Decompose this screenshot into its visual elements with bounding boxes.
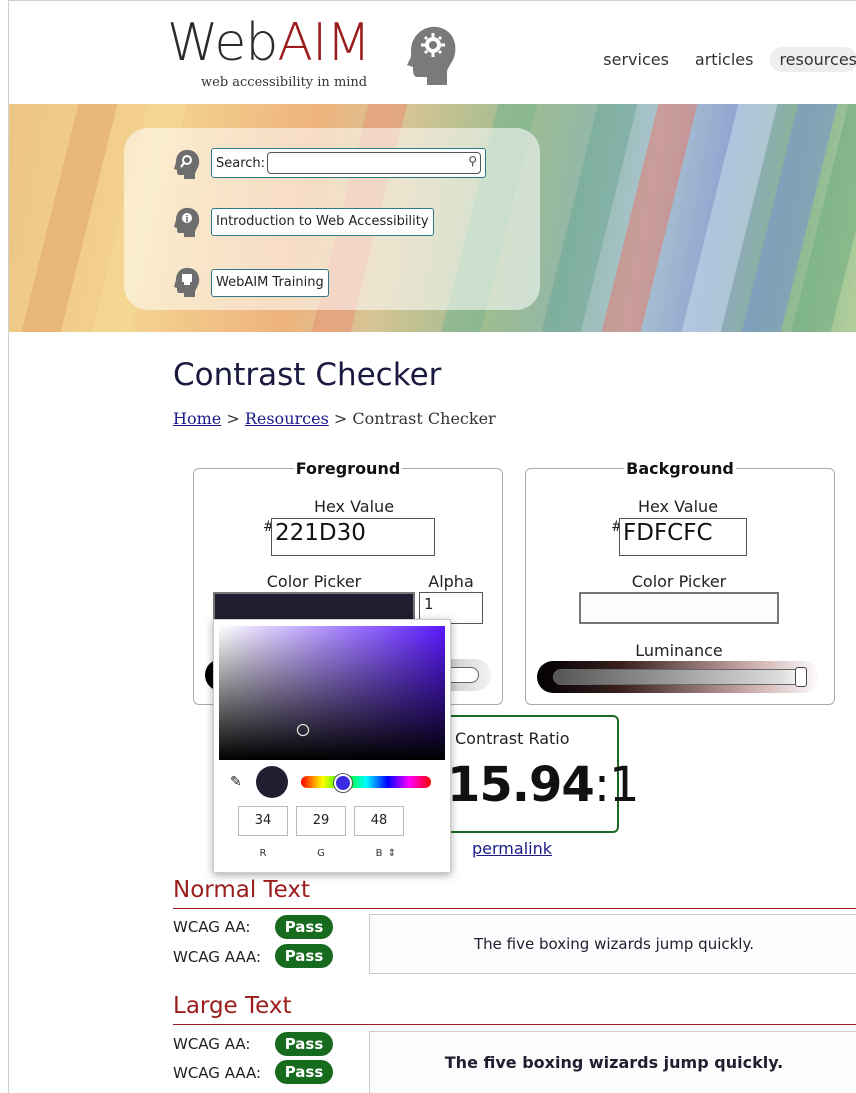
nav-articles[interactable]: articles xyxy=(686,47,763,72)
current-color-preview xyxy=(256,766,288,798)
bg-luminance-track xyxy=(553,669,807,685)
hue-handle[interactable] xyxy=(334,774,352,792)
bg-hex-label: Hex Value xyxy=(637,497,719,516)
green-label: G xyxy=(317,848,325,859)
svg-text:i: i xyxy=(185,215,188,225)
quick-links-panel: Search: ⚲ i Introduction to Web Accessibi… xyxy=(124,128,540,310)
breadcrumb-resources[interactable]: Resources xyxy=(245,409,329,428)
foreground-legend: Foreground xyxy=(295,459,401,478)
color-picker-popup: ✎ 34 29 48 R G B ⇕ xyxy=(213,619,451,873)
eyedropper-icon[interactable]: ✎ xyxy=(230,774,242,790)
page-title: Contrast Checker xyxy=(173,357,442,393)
search-input[interactable]: ⚲ xyxy=(267,152,482,174)
logo-tagline: web accessibility in mind xyxy=(201,75,368,90)
hero-banner: Search: ⚲ i Introduction to Web Accessibi… xyxy=(9,104,856,332)
saturation-value-area[interactable] xyxy=(219,626,445,760)
breadcrumb-current: Contrast Checker xyxy=(352,409,496,428)
large-text-heading: Large Text xyxy=(173,993,292,1019)
breadcrumb-separator: > xyxy=(333,409,348,428)
bg-luminance-thumb[interactable] xyxy=(795,667,807,687)
logo-aim-text: AIM xyxy=(277,13,371,73)
breadcrumb: Home > Resources > Contrast Checker xyxy=(173,409,496,428)
search-icon[interactable]: ⚲ xyxy=(468,153,477,169)
head-gear-icon xyxy=(407,26,456,85)
saturation-handle[interactable] xyxy=(297,724,309,736)
normal-aa-badge: Pass xyxy=(275,915,333,939)
webaim-logo[interactable]: WebAIM xyxy=(167,13,371,73)
normal-aa-label: WCAG AA: xyxy=(173,918,251,936)
large-text-rule xyxy=(173,1024,856,1025)
mode-toggle-icon[interactable]: ⇕ xyxy=(382,848,402,859)
contrast-ratio-box: Contrast Ratio 15.94:1 xyxy=(439,715,640,833)
breadcrumb-home[interactable]: Home xyxy=(173,409,221,428)
ratio-number: 15.94 xyxy=(447,757,595,813)
blue-input[interactable]: 48 xyxy=(354,806,404,836)
green-input[interactable]: 29 xyxy=(296,806,346,836)
large-aaa-label: WCAG AAA: xyxy=(173,1064,262,1082)
bg-luminance-label: Luminance xyxy=(635,641,723,660)
normal-text-rule xyxy=(173,908,856,909)
bg-hex-input[interactable]: FDFCFC xyxy=(619,518,747,556)
permalink[interactable]: permalink xyxy=(472,839,552,858)
search-label: Search: xyxy=(216,155,266,171)
normal-aaa-badge: Pass xyxy=(275,944,333,968)
site-header: WebAIM web accessibility in mind service… xyxy=(9,1,856,104)
fg-alpha-label: Alpha xyxy=(428,572,474,591)
large-aaa-badge: Pass xyxy=(275,1060,333,1084)
ratio-suffix: :1 xyxy=(593,757,640,813)
normal-text-sample: The five boxing wizards jump quickly. xyxy=(369,914,856,974)
fg-color-swatch[interactable] xyxy=(213,592,415,622)
browser-viewport: WebAIM web accessibility in mind service… xyxy=(8,0,856,1093)
background-legend: Background xyxy=(626,459,734,478)
bg-color-swatch[interactable] xyxy=(579,592,779,624)
contrast-ratio-label: Contrast Ratio xyxy=(455,729,570,748)
normal-aaa-label: WCAG AAA: xyxy=(173,948,262,966)
red-input[interactable]: 34 xyxy=(238,806,288,836)
intro-link[interactable]: Introduction to Web Accessibility xyxy=(211,208,434,236)
search-box: Search: ⚲ xyxy=(211,148,487,178)
large-text-sample: The five boxing wizards jump quickly. xyxy=(369,1031,856,1093)
fg-color-picker-label: Color Picker xyxy=(266,572,362,591)
red-label: R xyxy=(259,848,267,859)
contrast-ratio-value: 15.94:1 xyxy=(447,757,640,813)
fg-hex-label: Hex Value xyxy=(313,497,395,516)
breadcrumb-separator: > xyxy=(226,409,240,428)
training-link[interactable]: WebAIM Training xyxy=(211,269,329,297)
training-head-icon xyxy=(174,267,200,297)
large-aa-label: WCAG AA: xyxy=(173,1035,251,1053)
nav-services[interactable]: services xyxy=(594,47,678,72)
main-nav: services articles resources xyxy=(594,47,856,72)
fg-hex-input[interactable]: 221D30 xyxy=(271,518,435,556)
hue-slider[interactable] xyxy=(301,776,431,788)
nav-resources[interactable]: resources xyxy=(770,47,856,72)
logo-web-text: Web xyxy=(167,13,278,73)
bg-color-picker-label: Color Picker xyxy=(631,572,727,591)
search-head-icon xyxy=(174,149,200,179)
large-aa-badge: Pass xyxy=(275,1032,333,1056)
normal-text-heading: Normal Text xyxy=(173,877,311,903)
info-head-icon: i xyxy=(174,207,200,237)
